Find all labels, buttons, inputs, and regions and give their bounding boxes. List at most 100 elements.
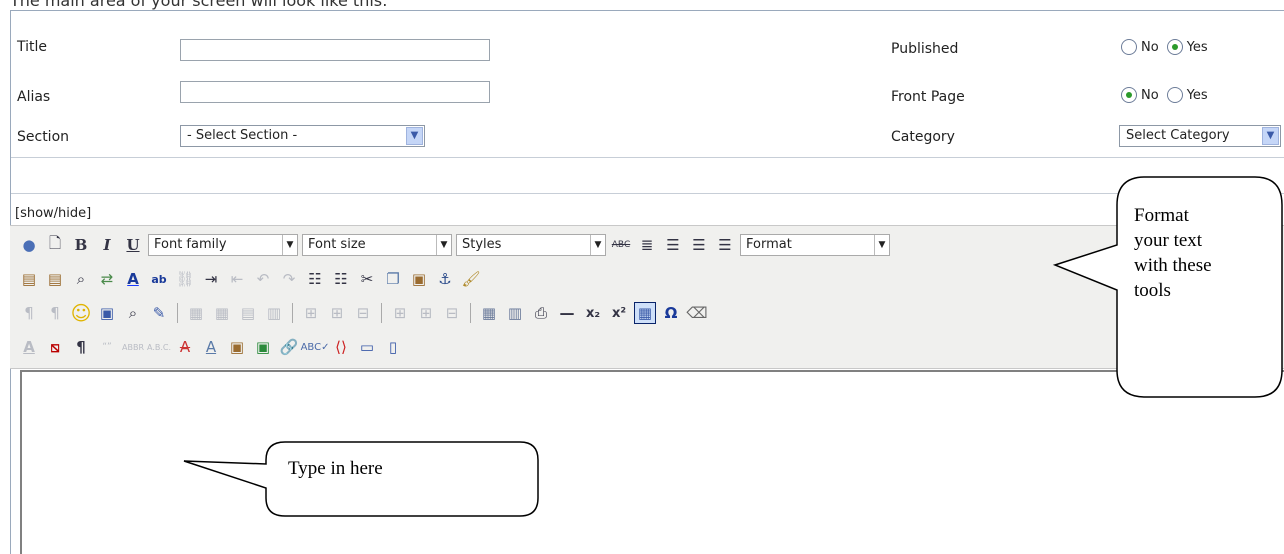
chevron-down-icon[interactable]: ▼ xyxy=(1262,127,1279,145)
justify-full-icon[interactable]: ≣ xyxy=(636,234,658,256)
visual-chars-icon[interactable]: ¶ xyxy=(70,336,92,358)
insert-row-before-icon[interactable]: ⊞ xyxy=(389,302,411,324)
published-no-option[interactable]: No xyxy=(1121,39,1159,55)
section-select[interactable]: - Select Section - ▼ xyxy=(180,125,425,147)
alias-label: Alias xyxy=(17,89,51,105)
cut-icon[interactable]: ✂ xyxy=(356,268,378,290)
delete-col-icon[interactable]: ⊟ xyxy=(352,302,374,324)
chevron-down-icon[interactable]: ▼ xyxy=(874,235,889,255)
chevron-down-icon[interactable]: ▼ xyxy=(436,235,451,255)
category-label: Category xyxy=(891,129,955,145)
row-props-icon[interactable]: ▤ xyxy=(237,302,259,324)
separator xyxy=(381,303,382,323)
horizontal-rule-icon[interactable]: — xyxy=(556,302,578,324)
insert-col-after-icon[interactable]: ⊞ xyxy=(326,302,348,324)
emoticon-icon[interactable]: ☺ xyxy=(70,301,92,325)
undo-icon[interactable]: ↶ xyxy=(252,268,274,290)
link-icon[interactable]: 🔗 xyxy=(278,336,300,358)
styleprops-icon[interactable]: A xyxy=(18,336,40,358)
insert-row-after-icon[interactable]: ⊞ xyxy=(415,302,437,324)
strikethrough-icon[interactable]: ABC xyxy=(610,234,632,256)
template-icon[interactable]: ▯ xyxy=(382,336,404,358)
toggle-grid-icon[interactable]: ▦ xyxy=(634,302,656,324)
chevron-down-icon[interactable]: ▼ xyxy=(406,127,423,145)
separator xyxy=(292,303,293,323)
delete-row-icon[interactable]: ⊟ xyxy=(441,302,463,324)
del-icon[interactable]: A xyxy=(174,336,196,358)
radio-icon[interactable] xyxy=(1121,39,1137,55)
align-right-icon[interactable]: ☰ xyxy=(714,234,736,256)
radio-selected-icon[interactable] xyxy=(1166,39,1183,55)
format-select[interactable]: Format ▼ xyxy=(740,234,890,256)
table-icon[interactable]: ▦ xyxy=(478,302,500,324)
print-icon[interactable]: ⎙ xyxy=(530,302,552,324)
indent-icon[interactable]: ⇥ xyxy=(200,268,222,290)
title-input[interactable] xyxy=(180,39,490,61)
ltr-icon[interactable]: ¶ xyxy=(18,302,40,324)
split-cells-icon[interactable]: ▥ xyxy=(504,302,526,324)
ins-icon[interactable]: A xyxy=(200,336,222,358)
special-char-icon[interactable]: Ω xyxy=(660,302,682,324)
find-icon[interactable]: ⌕ xyxy=(70,268,92,290)
media-icon[interactable]: ▣ xyxy=(96,302,118,324)
chevron-down-icon[interactable]: ▼ xyxy=(590,235,605,255)
section-label: Section xyxy=(17,129,70,145)
alias-input[interactable] xyxy=(180,81,490,103)
font-size-select[interactable]: Font size ▼ xyxy=(302,234,452,256)
non-break-icon[interactable]: ⧅ xyxy=(44,336,66,358)
frontpage-yes-option[interactable]: Yes xyxy=(1166,87,1208,103)
edit-icon[interactable]: ✎ xyxy=(148,302,170,324)
merge-cells-icon[interactable]: ▥ xyxy=(263,302,285,324)
anchor-icon[interactable]: ⚓ xyxy=(434,268,456,290)
align-center-icon[interactable]: ☰ xyxy=(662,234,684,256)
page-break-icon[interactable]: ▭ xyxy=(356,336,378,358)
paste-icon[interactable]: ▣ xyxy=(408,268,430,290)
align-left-icon[interactable]: ☰ xyxy=(688,234,710,256)
styles-select[interactable]: Styles ▼ xyxy=(456,234,606,256)
italic-button[interactable]: I xyxy=(96,234,118,256)
html-source-icon[interactable]: ⟨⟩ xyxy=(330,336,352,358)
help-icon[interactable]: ● xyxy=(18,234,40,256)
published-label: Published xyxy=(891,41,959,57)
superscript-icon[interactable]: x² xyxy=(608,302,630,324)
bold-button[interactable]: B xyxy=(70,234,92,256)
published-yes-option[interactable]: Yes xyxy=(1166,39,1208,55)
cite-icon[interactable]: “” xyxy=(96,336,118,358)
acronym-icon[interactable]: A.B.C. xyxy=(147,336,171,358)
remove-format-icon[interactable]: ⌫ xyxy=(686,302,708,324)
table-props-icon[interactable]: ▦ xyxy=(185,302,207,324)
preview-icon[interactable]: ⌕ xyxy=(122,302,144,324)
show-hide-link[interactable]: [show/hide] xyxy=(15,206,91,221)
highlight-color-icon[interactable]: ab xyxy=(148,268,170,290)
radio-icon[interactable] xyxy=(1166,87,1183,103)
insert-col-before-icon[interactable]: ⊞ xyxy=(300,302,322,324)
paste-text-icon[interactable]: ▤ xyxy=(18,268,40,290)
cleanup-icon[interactable]: 🖌 xyxy=(460,268,482,290)
outdent-icon[interactable]: ⇤ xyxy=(226,268,248,290)
separator xyxy=(470,303,471,323)
underline-button[interactable]: U xyxy=(122,234,144,256)
intro-text: The main area of your screen will look l… xyxy=(10,0,388,10)
ordered-list-icon[interactable]: ☷ xyxy=(304,268,326,290)
unlink-icon[interactable]: ⛓ xyxy=(174,268,196,290)
copy-icon[interactable]: ❐ xyxy=(382,268,404,290)
cell-props-icon[interactable]: ▦ xyxy=(211,302,233,324)
radio-selected-icon[interactable] xyxy=(1121,87,1137,103)
text-color-icon[interactable]: A xyxy=(122,268,144,290)
unordered-list-icon[interactable]: ☷ xyxy=(330,268,352,290)
subscript-icon[interactable]: x₂ xyxy=(582,302,604,324)
chevron-down-icon[interactable]: ▼ xyxy=(282,235,297,255)
frontpage-no-option[interactable]: No xyxy=(1121,87,1159,103)
category-select[interactable]: Select Category ▼ xyxy=(1119,125,1281,147)
image-icon[interactable]: ▣ xyxy=(252,336,274,358)
abbr-icon[interactable]: ABBR xyxy=(122,336,144,358)
replace-icon[interactable]: ⇄ xyxy=(96,268,118,290)
spellcheck-icon[interactable]: ABC✓ xyxy=(301,336,330,358)
paste-word-icon[interactable]: ▤ xyxy=(44,268,66,290)
font-family-select[interactable]: Font family ▼ xyxy=(148,234,298,256)
rtl-icon[interactable]: ¶ xyxy=(44,302,66,324)
redo-icon[interactable]: ↷ xyxy=(278,268,300,290)
new-document-icon[interactable]: 🗋 xyxy=(44,234,66,256)
toolbar-row-4: A ⧅ ¶ “” ABBR A.B.C. A A ▣ ▣ 🔗 ABC✓ ⟨⟩ ▭… xyxy=(18,334,404,360)
layer-icon[interactable]: ▣ xyxy=(226,336,248,358)
